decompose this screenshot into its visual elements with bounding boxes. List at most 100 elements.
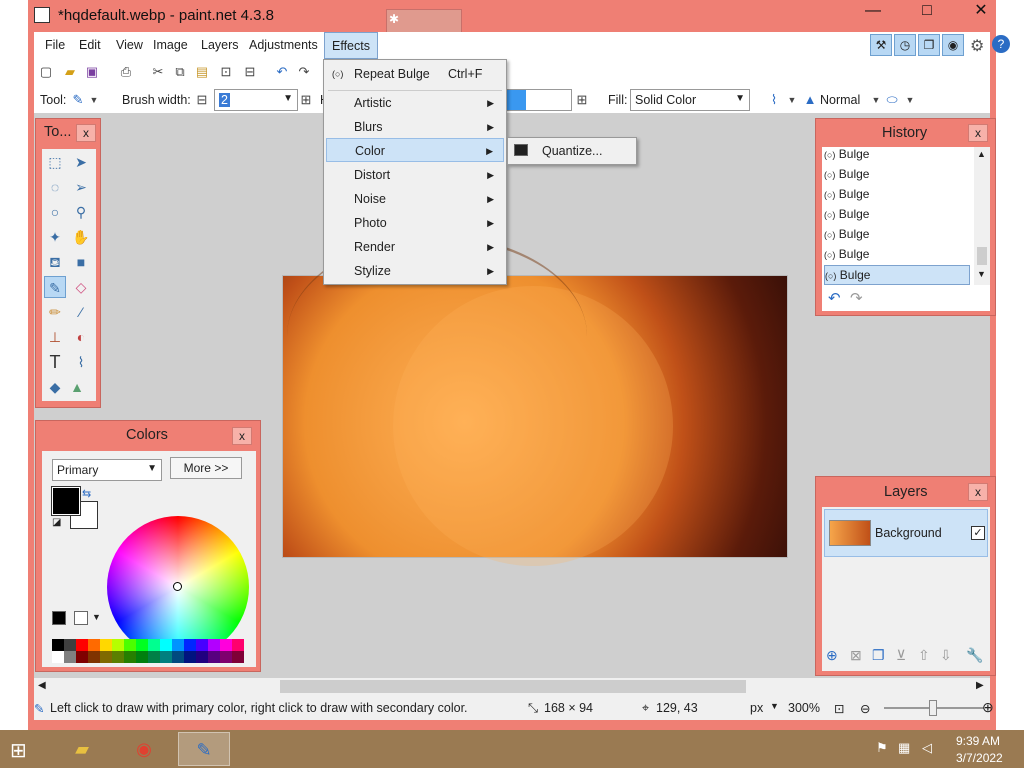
chevron-down-icon[interactable]: ▼ <box>86 92 102 108</box>
gradient-icon[interactable]: ■ <box>70 251 92 273</box>
chrome-icon[interactable]: ◉ <box>118 732 170 766</box>
colors-panel-close-button[interactable]: x <box>232 427 252 445</box>
history-item[interactable]: (○) Bulge <box>824 187 972 205</box>
brush-width-combo[interactable]: 2 ▼ <box>214 89 298 111</box>
delete-layer-icon[interactable]: ⊠ <box>850 647 862 664</box>
layers-toggle-icon[interactable]: ❐ <box>918 34 940 56</box>
text-icon[interactable]: T <box>44 351 66 373</box>
title-bar[interactable]: *hqdefault.webp - paint.net 4.3.8 ✱ ▼ — … <box>28 0 996 63</box>
reset-colors-icon[interactable]: ◪ <box>52 517 61 528</box>
magic-wand-icon[interactable]: ✦ <box>44 226 66 248</box>
open-icon[interactable]: ▰ <box>62 64 78 80</box>
history-item-selected[interactable]: (○) Bulge <box>824 265 970 285</box>
minimize-button[interactable]: — <box>854 0 892 22</box>
chevron-down-icon[interactable]: ▼ <box>902 92 918 108</box>
scrollbar-thumb[interactable] <box>280 680 746 693</box>
clock-date[interactable]: 3/7/2022 <box>956 751 1003 765</box>
merge-layer-icon[interactable]: ⊻ <box>896 647 906 664</box>
help-icon[interactable]: ? <box>992 35 1010 53</box>
primary-color-swatch[interactable] <box>51 486 81 516</box>
color-wheel-cursor[interactable] <box>173 582 182 591</box>
lasso-select-icon[interactable]: ◌ <box>44 176 66 198</box>
chevron-down-icon[interactable]: ▼ <box>784 92 800 108</box>
menu-file[interactable]: File <box>38 32 72 59</box>
effects-blurs-item[interactable]: Blurs ▶ <box>326 115 504 139</box>
pencil-icon[interactable]: ✏ <box>44 301 66 323</box>
add-to-palette-icon[interactable] <box>52 611 66 625</box>
undo-icon[interactable]: ↶ <box>828 289 841 307</box>
scroll-right-icon[interactable]: ▶ <box>976 680 984 691</box>
shapes-icon[interactable]: ◆ <box>44 376 66 398</box>
zoom-in-icon[interactable]: ⊕ <box>982 699 994 716</box>
paintbrush-tool-icon[interactable]: ✎ <box>44 276 66 298</box>
clone-stamp-icon[interactable]: ⊥ <box>44 326 66 348</box>
chevron-down-icon[interactable]: ▼ <box>92 612 101 622</box>
paint-bucket-icon[interactable]: ⛾ <box>44 251 66 273</box>
quantize-item[interactable]: Quantize... <box>510 139 634 163</box>
rectangle-select-icon[interactable]: ⬚ <box>44 151 66 173</box>
zoom-value[interactable]: 300% <box>788 701 820 715</box>
layers-panel-close-button[interactable]: x <box>968 483 988 501</box>
color-mode-combo[interactable]: Primary ▼ <box>52 459 162 481</box>
tools-toggle-icon[interactable]: ⚒ <box>870 34 892 56</box>
history-panel-close-button[interactable]: x <box>968 124 988 142</box>
history-item[interactable]: (○) Bulge <box>824 227 972 245</box>
shapes-extra-icon[interactable]: ▲ <box>66 376 88 398</box>
settings-gear-icon[interactable]: ⚙ <box>970 36 984 56</box>
new-icon[interactable]: ▢ <box>38 64 54 80</box>
effects-repeat-item[interactable]: (○) Repeat Bulge Ctrl+F <box>326 62 504 86</box>
zoom-icon[interactable]: ⚲ <box>70 201 92 223</box>
paintnet-taskbar-icon[interactable]: ✎ <box>178 732 230 766</box>
effects-noise-item[interactable]: Noise ▶ <box>326 187 504 211</box>
flag-icon[interactable]: ⚑ <box>876 740 888 756</box>
copy-icon[interactable]: ⧉ <box>172 64 188 80</box>
scroll-up-icon[interactable]: ▲ <box>977 149 986 159</box>
redo-icon[interactable]: ↷ <box>850 289 863 307</box>
unit-value[interactable]: px <box>750 701 763 715</box>
zoom-slider-thumb[interactable] <box>929 700 937 716</box>
network-icon[interactable]: ▦ <box>898 740 910 756</box>
paste-icon[interactable]: ▤ <box>194 64 210 80</box>
color-palette[interactable] <box>52 639 244 665</box>
close-button[interactable]: ✕ <box>962 0 1000 22</box>
duplicate-layer-icon[interactable]: ❐ <box>872 647 885 664</box>
add-layer-icon[interactable]: ⊕ <box>826 647 838 664</box>
menu-adjustments[interactable]: Adjustments <box>242 32 325 59</box>
chevron-down-icon[interactable]: ▼ <box>770 701 779 711</box>
menu-effects[interactable]: Effects <box>324 32 378 59</box>
line-curve-icon[interactable]: ⌇ <box>70 351 92 373</box>
menu-layers[interactable]: Layers <box>194 32 246 59</box>
antialias-icon[interactable]: ⌇ <box>766 92 782 108</box>
history-item[interactable]: (○) Bulge <box>824 147 972 165</box>
paintbrush-icon[interactable]: ✎ <box>70 92 86 108</box>
scrollbar-thumb[interactable] <box>977 247 987 265</box>
history-scrollbar[interactable]: ▲ ▼ <box>974 147 990 285</box>
move-layer-down-icon[interactable]: ⇩ <box>940 647 952 664</box>
horizontal-scrollbar[interactable]: ◀ ▶ <box>34 678 990 696</box>
effects-distort-item[interactable]: Distort ▶ <box>326 163 504 187</box>
colors-toggle-icon[interactable]: ◉ <box>942 34 964 56</box>
chevron-down-icon[interactable]: ▼ <box>868 92 884 108</box>
menu-view[interactable]: View <box>109 32 150 59</box>
eraser-icon[interactable]: ◇ <box>70 276 92 298</box>
history-item[interactable]: (○) Bulge <box>824 247 972 265</box>
image-canvas[interactable] <box>282 236 788 566</box>
print-icon[interactable]: ⎙ <box>118 64 134 80</box>
volume-icon[interactable]: ◁ <box>922 740 932 756</box>
move-selected-icon[interactable]: ➤ <box>70 151 92 173</box>
layer-row[interactable]: Background ✓ <box>824 509 988 557</box>
undo-icon[interactable]: ↶ <box>274 64 290 80</box>
color-picker-icon[interactable]: ⁄ <box>70 301 92 323</box>
maximize-button[interactable]: □ <box>908 0 946 22</box>
decrease-icon[interactable]: ⊟ <box>194 92 210 108</box>
zoom-out-icon[interactable]: ⊖ <box>860 701 870 716</box>
tools-panel-close-button[interactable]: x <box>76 124 96 142</box>
scroll-down-icon[interactable]: ▼ <box>977 269 986 279</box>
fill-combo[interactable]: Solid Color ▼ <box>630 89 750 111</box>
move-layer-up-icon[interactable]: ⇧ <box>918 647 930 664</box>
crop-icon[interactable]: ⊡ <box>218 64 234 80</box>
effects-artistic-item[interactable]: Artistic ▶ <box>326 91 504 115</box>
effects-stylize-item[interactable]: Stylize ▶ <box>326 259 504 283</box>
color-wheel[interactable] <box>107 516 249 658</box>
zoom-fit-icon[interactable]: ⊡ <box>834 701 844 716</box>
